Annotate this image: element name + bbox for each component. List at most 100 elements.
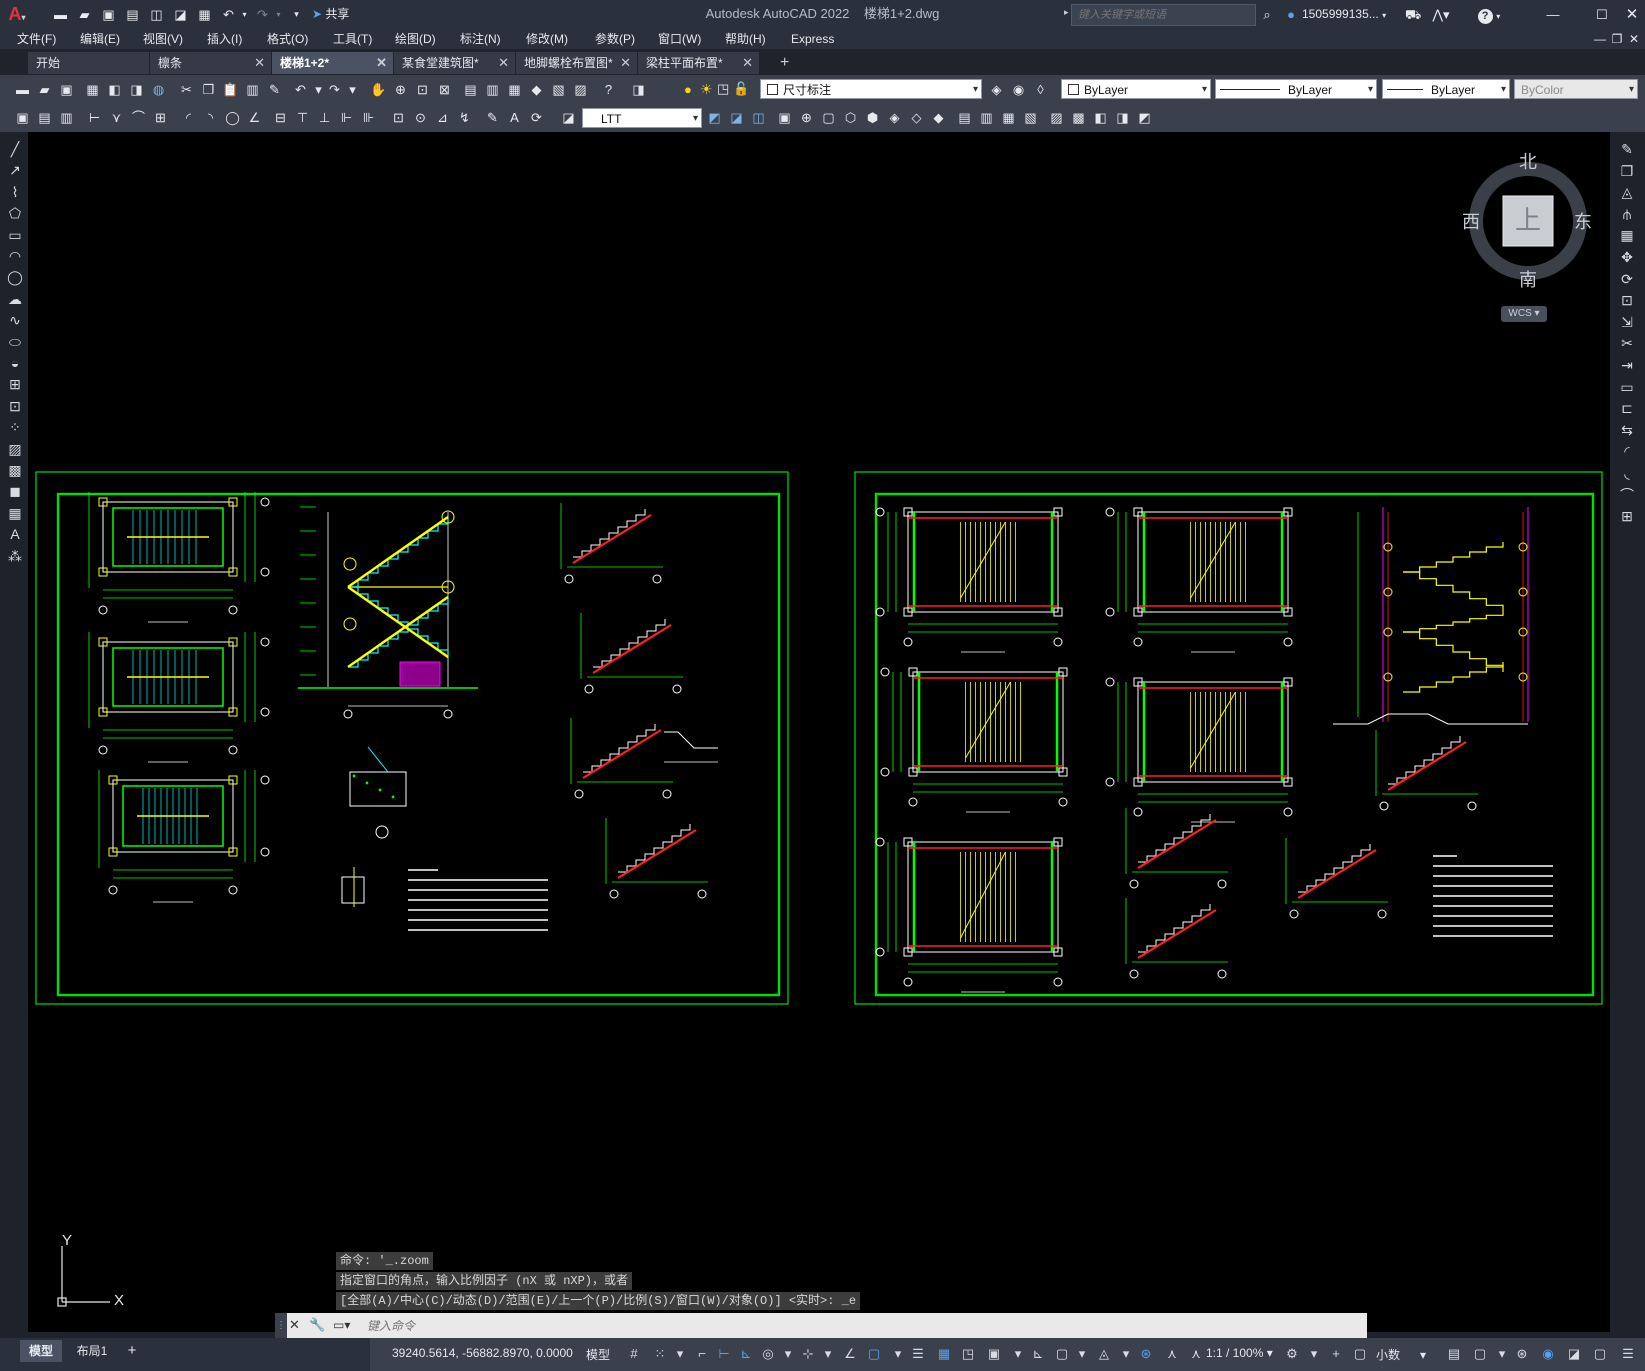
model-space-toggle[interactable]: 模型 [586,1346,610,1363]
zoom-previous-icon[interactable]: ⊠ [436,81,453,98]
arc-icon[interactable]: ◠ [4,245,26,267]
erase-icon[interactable]: ✎ [1616,138,1638,160]
spline-icon[interactable]: ∿ [4,309,26,331]
redo-icon[interactable]: ↷ [254,6,271,23]
style-b-icon[interactable]: ◪ [728,109,745,126]
search-input[interactable] [1072,5,1255,25]
isodraft-menu-icon[interactable]: ▾ [820,1346,836,1362]
selection-cycling-icon[interactable]: ◳ [960,1346,976,1362]
tab-close-icon[interactable]: ✕ [620,52,631,74]
menu-edit[interactable]: 编辑(E) [80,29,120,49]
copy-object-icon[interactable]: ❐ [1616,160,1638,182]
continue-dim-icon[interactable]: ⊥ [316,109,333,126]
gizmo-icon[interactable]: ◬ [1096,1346,1112,1362]
command-input[interactable] [365,1315,1349,1337]
break-icon[interactable]: ⊏ [1616,397,1638,419]
tool-h-icon[interactable]: ⬢ [864,109,881,126]
wcs-menu-button[interactable]: WCS ▾ [1501,306,1547,322]
annotation-scale-icon[interactable]: ⋏ [1188,1346,1204,1362]
save-as-icon[interactable]: ▤ [124,6,141,23]
zoom-realtime-icon[interactable]: ⊕ [392,81,409,98]
layer-viewport-icon[interactable]: ◳ [717,81,729,97]
cut-icon[interactable]: ✂ [178,81,195,98]
menu-dimension[interactable]: 标注(N) [460,29,501,49]
menu-file[interactable]: 文件(F) [17,29,56,49]
dim-edit-icon[interactable]: ✎ [484,109,501,126]
layer-previous-icon[interactable]: ◉ [1010,81,1027,98]
tool-i-icon[interactable]: ◈ [886,109,903,126]
layer-dropdown[interactable]: 尺寸标注 ▾ [760,79,982,99]
autocad-logo-button[interactable]: A▾ [6,4,28,25]
isodraft-icon[interactable]: ⊹ [800,1346,816,1362]
lineweight-dropdown[interactable]: ByLayer ▾ [1382,79,1510,99]
layer-on-bulb-icon[interactable]: ● [684,82,692,97]
table-icon[interactable]: ▦ [4,502,26,524]
customization-icon[interactable]: ▢ [1592,1346,1608,1362]
make-block-icon[interactable]: ▥ [58,109,75,126]
zoom-window-icon[interactable]: ⊡ [414,81,431,98]
tool-j-icon[interactable]: ◇ [908,109,925,126]
markup-icon[interactable]: ▧ [550,81,567,98]
polyline-icon[interactable]: ⌇ [4,181,26,203]
add-selected-icon[interactable]: ⁂ [4,545,26,567]
style-c-icon[interactable]: ◫ [750,109,767,126]
qnew-icon[interactable]: ▬ [14,81,31,98]
gradient-icon[interactable]: ▩ [4,459,26,481]
undo-dropdown-icon[interactable]: ▾ [236,6,253,23]
drawing-canvas[interactable]: 北 南 东 西 上 WCS ▾ Y X 命令: '_.zoom 指定窗口的角点，… [28,132,1610,1332]
undo-list-icon[interactable]: ▾ [310,81,327,98]
quick-dim-icon[interactable]: ⊟ [272,109,289,126]
center-mark-icon[interactable]: ⊙ [412,109,429,126]
mirror-icon[interactable]: ◬ [1616,181,1638,203]
color-dropdown[interactable]: ByLayer ▾ [1061,79,1211,99]
rotate-icon[interactable]: ⟳ [1616,268,1638,290]
annotation-visibility-icon[interactable]: ⊛ [1138,1346,1154,1362]
tab-canteen-architecture[interactable]: 某食堂建筑图* ✕ [394,52,516,74]
tool-o-icon[interactable]: ▧ [1022,109,1039,126]
layer-properties-icon[interactable]: ◨ [630,81,647,98]
design-center-icon[interactable]: ▥ [484,81,501,98]
menu-tools[interactable]: 工具(T) [333,29,372,49]
tool-p-icon[interactable]: ▨ [1048,109,1065,126]
lock-menu-icon[interactable]: ▾ [1494,1346,1510,1362]
customize-qa-icon[interactable]: ▾ [288,6,305,23]
dim-update-icon[interactable]: ⟳ [528,109,545,126]
trim-icon[interactable]: ✂ [1616,332,1638,354]
units-icon[interactable]: ▢ [1352,1346,1368,1362]
command-customize-wrench-icon[interactable]: 🔧 [309,1317,325,1333]
save-icon[interactable]: ▣ [58,81,75,98]
command-bar-grip[interactable]: ⋮ [275,1313,287,1338]
quick-calc-icon[interactable]: ▨ [572,81,589,98]
tool-q-icon[interactable]: ▩ [1070,109,1087,126]
tab-close-icon[interactable]: ✕ [498,52,509,74]
tab-beam-column-plan[interactable]: 梁柱平面布置* ✕ [638,52,760,74]
jogged-dim-icon[interactable]: ◝ [202,109,219,126]
arc-length-icon[interactable]: ⌒ [130,109,147,126]
tool-k-icon[interactable]: ◆ [930,109,947,126]
pan-icon[interactable]: ✋ [370,81,387,98]
publish-icon[interactable]: ◨ [128,81,145,98]
move-icon[interactable]: ✥ [1616,246,1638,268]
baseline-dim-icon[interactable]: ⊤ [294,109,311,126]
menu-format[interactable]: 格式(O) [267,29,308,49]
radius-dim-icon[interactable]: ◜ [180,109,197,126]
point-icon[interactable]: ⁘ [4,416,26,438]
properties-icon[interactable]: ▤ [462,81,479,98]
insert-block-icon[interactable]: ▤ [36,109,53,126]
add-layout-icon[interactable]: + [122,1340,142,1362]
array-icon[interactable]: ▦ [1616,224,1638,246]
ortho-icon[interactable]: ⊾ [738,1346,754,1362]
tool-n-icon[interactable]: ▦ [1000,109,1017,126]
menu-parametric[interactable]: 参数(P) [595,29,635,49]
infer-constraints-icon[interactable]: ⌐ [694,1346,710,1362]
stretch-icon[interactable]: ⇲ [1616,311,1638,333]
new-file-icon[interactable]: ▬ [52,6,69,23]
doc-restore-icon[interactable]: ❐ [1610,29,1624,49]
redo-icon[interactable]: ↷ [326,81,343,98]
inspect-icon[interactable]: ⊿ [434,109,451,126]
explode-icon[interactable]: ⊞ [1616,505,1638,527]
layer-states-icon[interactable]: ◊ [1032,81,1049,98]
insert-block-icon[interactable]: ⊞ [4,373,26,395]
text-style-dropdown[interactable]: LTT ▾ [582,108,702,128]
style-a-icon[interactable]: ◩ [706,109,723,126]
